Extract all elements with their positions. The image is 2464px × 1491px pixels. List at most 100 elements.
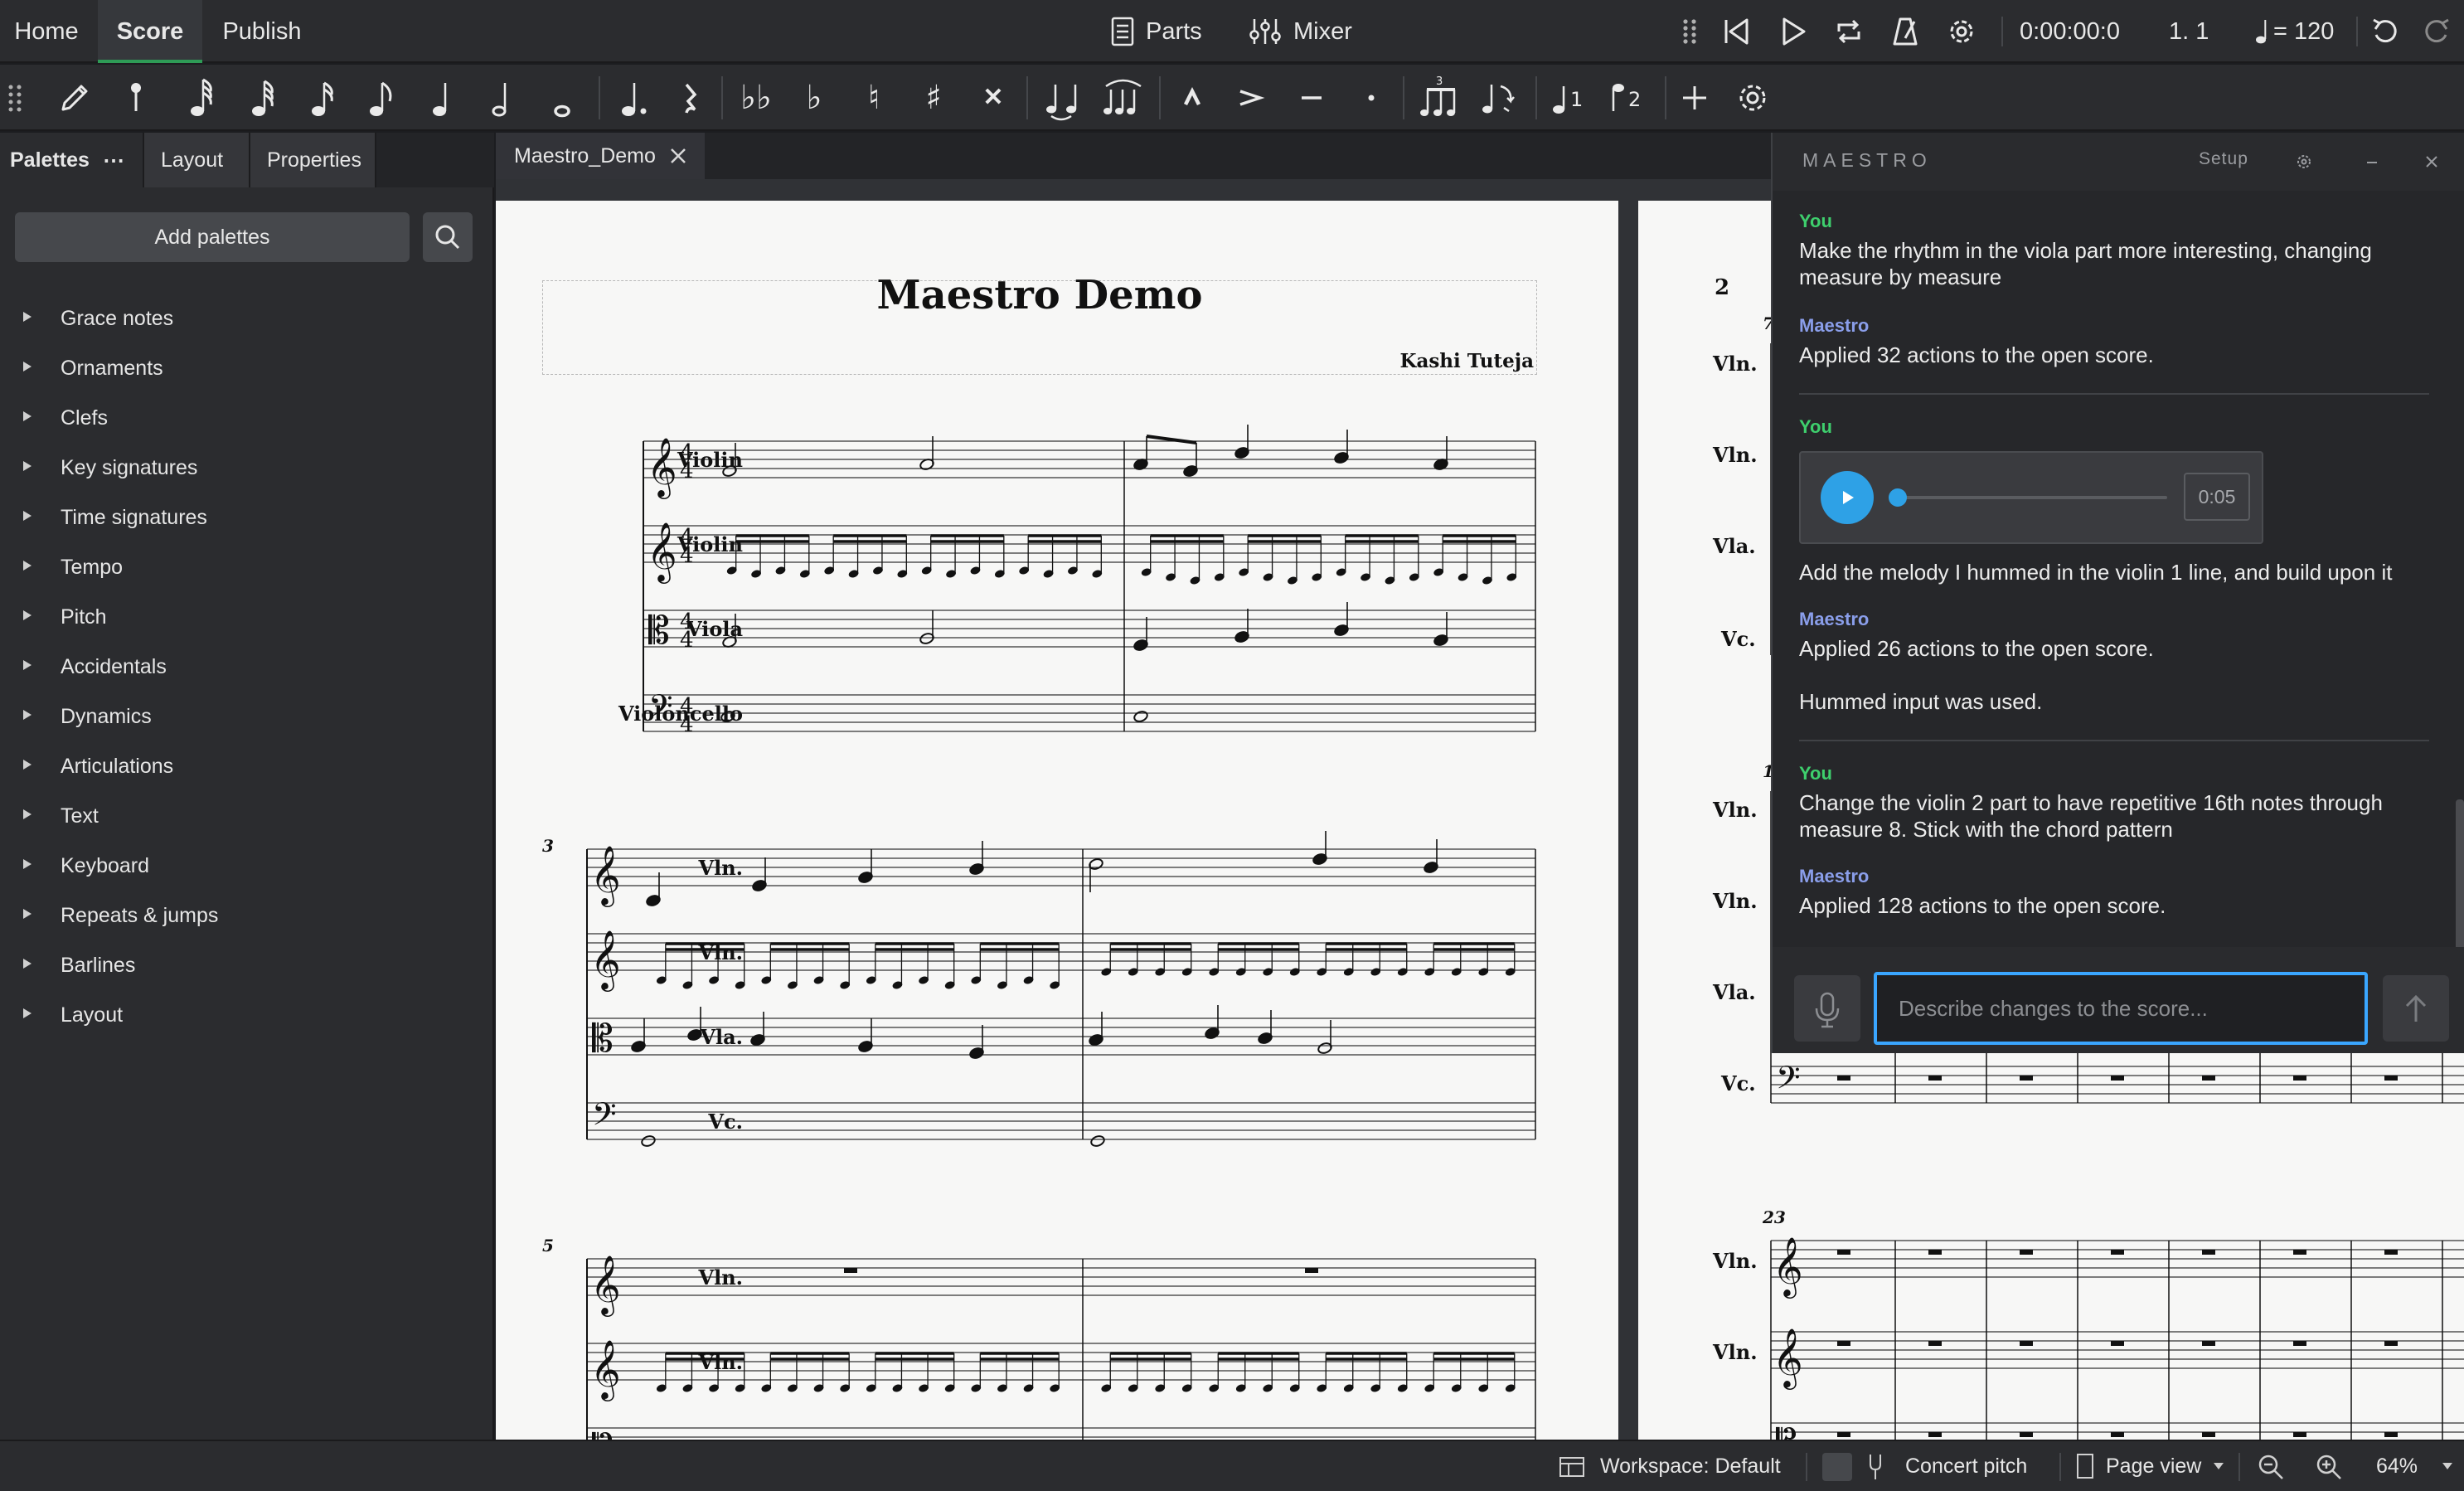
playback-settings-icon[interactable]: [1945, 15, 1978, 48]
palette-item[interactable]: Pitch: [0, 592, 494, 642]
score-page-1[interactable]: Maestro Demo Kashi Tuteja 𝄞 4 4 𝄞 4 4 𝄡 4 4 𝄢 4 4 𝄞 𝄞…: [496, 201, 1618, 1440]
audio-progress-track[interactable]: [1894, 496, 2167, 499]
score-document-tab[interactable]: Maestro_Demo: [496, 133, 705, 179]
instrument-label[interactable]: Vc.: [1721, 627, 1756, 651]
instrument-label[interactable]: Violin: [677, 532, 743, 556]
accent-icon[interactable]: [1227, 75, 1273, 121]
note-half-icon[interactable]: [479, 75, 526, 121]
instrument-label[interactable]: Vln.: [1713, 1340, 1758, 1364]
zoom-chevron-down-icon[interactable]: [2441, 1461, 2454, 1471]
note-64th-icon[interactable]: [179, 75, 226, 121]
palette-item[interactable]: Text: [0, 791, 494, 841]
instrument-label[interactable]: Vla.: [1713, 534, 1756, 558]
tab-home[interactable]: Home: [0, 0, 93, 63]
minimize-icon[interactable]: [2363, 153, 2381, 171]
rest-icon[interactable]: [667, 75, 713, 121]
instrument-label[interactable]: Vla.: [700, 1025, 743, 1049]
note-input-pencil-icon[interactable]: [51, 75, 98, 121]
palette-item[interactable]: Repeats & jumps: [0, 891, 494, 940]
workspace-selector[interactable]: Workspace: Default: [1600, 1441, 1781, 1491]
microphone-button[interactable]: [1794, 975, 1860, 1042]
palette-item[interactable]: Barlines: [0, 940, 494, 990]
instrument-label[interactable]: Violoncello: [618, 702, 743, 726]
palette-item[interactable]: Articulations: [0, 741, 494, 791]
tuplet-icon[interactable]: 3: [1416, 75, 1462, 121]
tenuto-icon[interactable]: [1288, 75, 1335, 121]
maestro-chat-log[interactable]: You Make the rhythm in the viola part mo…: [1773, 191, 2464, 947]
close-icon[interactable]: [2423, 153, 2441, 171]
instrument-label[interactable]: Vln.: [698, 1265, 743, 1289]
note-16th-icon[interactable]: [300, 75, 347, 121]
tie-icon[interactable]: [1040, 75, 1086, 121]
note-32nd-icon[interactable]: [240, 75, 287, 121]
instrument-label[interactable]: Vln.: [698, 1350, 743, 1374]
describe-changes-input[interactable]: [1874, 972, 2368, 1045]
note-eighth-icon[interactable]: [358, 75, 405, 121]
mixer-button[interactable]: Mixer: [1249, 0, 1352, 63]
tab-palettes[interactable]: Palettes ⋯: [0, 133, 143, 187]
parts-button[interactable]: Parts: [1111, 0, 1202, 63]
palette-item[interactable]: Time signatures: [0, 493, 494, 542]
toolbar-drag-handle-icon[interactable]: [7, 83, 23, 113]
palette-item[interactable]: Ornaments: [0, 343, 494, 393]
palette-item[interactable]: Tempo: [0, 542, 494, 592]
note-whole-icon[interactable]: [539, 75, 585, 121]
drag-handle-icon[interactable]: [1673, 15, 1706, 48]
maestro-settings-icon[interactable]: [2295, 153, 2313, 171]
instrument-label[interactable]: Vla.: [1713, 980, 1756, 1004]
zoom-level[interactable]: 64%: [2376, 1441, 2418, 1491]
audio-play-button[interactable]: [1821, 471, 1874, 524]
rewind-icon[interactable]: [1719, 15, 1753, 48]
palette-item[interactable]: Clefs: [0, 393, 494, 443]
instrument-label[interactable]: Vln.: [1713, 443, 1758, 467]
palette-item[interactable]: Keyboard: [0, 841, 494, 891]
instrument-label[interactable]: Vc.: [1721, 1071, 1756, 1095]
instrument-label[interactable]: Vln.: [1713, 889, 1758, 913]
zoom-out-icon[interactable]: [2257, 1453, 2285, 1481]
instrument-label[interactable]: Vc.: [708, 1110, 743, 1134]
instrument-label[interactable]: Viola: [686, 617, 743, 641]
flat-icon[interactable]: ♭: [791, 71, 837, 124]
tab-layout[interactable]: Layout: [143, 133, 249, 187]
score-notation[interactable]: 𝄞44𝄞44𝄡44𝄢44𝄞𝄞𝄡𝄢𝄞𝄞𝄡: [496, 201, 1618, 1440]
view-mode-selector[interactable]: Page view: [2106, 1441, 2201, 1491]
audio-scrubber-handle[interactable]: [1889, 488, 1907, 507]
palette-search-button[interactable]: [423, 212, 473, 262]
instrument-label[interactable]: Vln.: [1713, 798, 1758, 822]
concert-pitch-label[interactable]: Concert pitch: [1905, 1441, 2027, 1491]
metronome-icon[interactable]: [1889, 15, 1922, 48]
note-quarter-icon[interactable]: [420, 75, 466, 121]
flip-direction-icon[interactable]: [1476, 75, 1522, 121]
slur-icon[interactable]: [1099, 75, 1146, 121]
sharp-icon[interactable]: ♯: [910, 71, 957, 124]
instrument-label[interactable]: Violin: [677, 448, 743, 472]
tab-properties[interactable]: Properties: [249, 133, 375, 187]
instrument-label[interactable]: Vln.: [698, 856, 743, 880]
double-flat-icon[interactable]: ♭♭: [733, 71, 779, 124]
accent-tool-icon[interactable]: [113, 75, 159, 121]
marcato-icon[interactable]: [1169, 75, 1215, 121]
play-icon[interactable]: [1776, 15, 1809, 48]
undo-icon[interactable]: [2369, 15, 2403, 48]
staccato-icon[interactable]: [1348, 75, 1394, 121]
redo-icon[interactable]: [2419, 15, 2452, 48]
more-options-icon[interactable]: ⋯: [103, 133, 125, 187]
natural-icon[interactable]: ♮: [851, 71, 897, 124]
add-palettes-button[interactable]: Add palettes: [15, 212, 410, 262]
loop-icon[interactable]: [1832, 15, 1865, 48]
augmentation-dot-icon[interactable]: [610, 75, 657, 121]
palette-item[interactable]: Dynamics: [0, 692, 494, 741]
zoom-in-icon[interactable]: [2315, 1453, 2343, 1481]
voice-2-icon[interactable]: 2: [1605, 75, 1652, 121]
tab-score[interactable]: Score: [98, 0, 202, 63]
instrument-label[interactable]: Vln.: [1713, 1249, 1758, 1273]
add-icon[interactable]: [1671, 75, 1718, 121]
instrument-label[interactable]: Vln.: [698, 940, 743, 964]
close-tab-icon[interactable]: [667, 144, 690, 168]
voice-1-icon[interactable]: 1: [1545, 75, 1592, 121]
concert-pitch-toggle[interactable]: [1822, 1453, 1852, 1481]
palette-item[interactable]: Accidentals: [0, 642, 494, 692]
palette-item[interactable]: Layout: [0, 990, 494, 1040]
chevron-down-icon[interactable]: [2212, 1461, 2225, 1471]
instrument-label[interactable]: Vln.: [1713, 352, 1758, 376]
